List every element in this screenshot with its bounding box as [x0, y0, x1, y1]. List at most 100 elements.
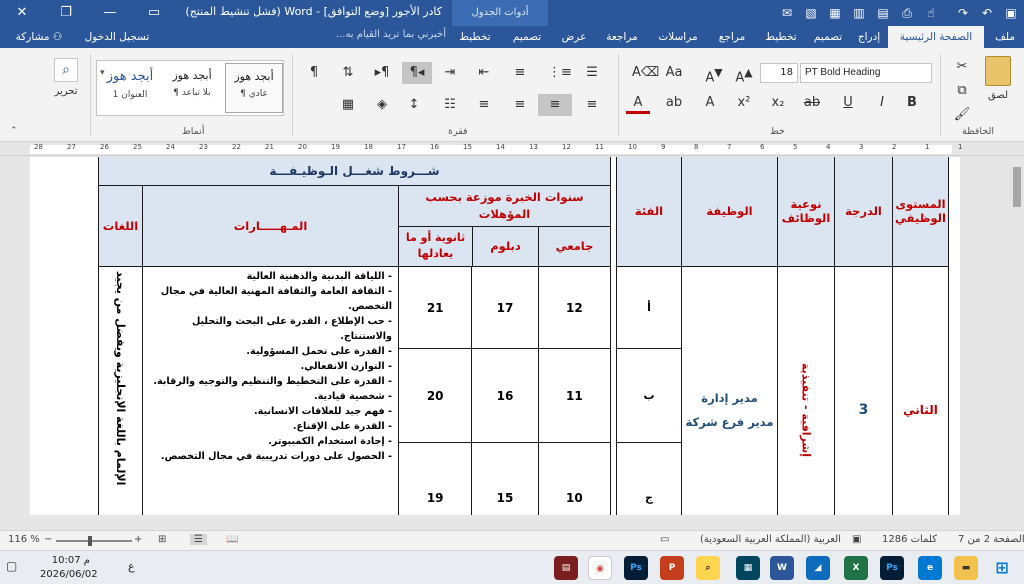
word-count[interactable]: 1286 كلمات: [882, 534, 937, 545]
numbering-icon[interactable]: ⋮≡: [548, 62, 572, 84]
align-left-icon[interactable]: ≡: [508, 94, 532, 116]
input-language[interactable]: ع: [128, 560, 135, 573]
proofing-icon[interactable]: ▣: [852, 534, 861, 545]
touch-mode-icon[interactable]: ☝: [920, 4, 942, 22]
distribute-icon[interactable]: ☷: [438, 94, 462, 116]
zoom-level[interactable]: 116 %: [8, 534, 40, 545]
rtl-paragraph-icon[interactable]: ¶◂: [402, 62, 432, 84]
page-count[interactable]: الصفحة 2 من 7: [958, 534, 1024, 545]
font-name-box[interactable]: PT Bold Heading: [800, 63, 932, 83]
photoshop-icon[interactable]: Ps: [624, 556, 648, 580]
font-size-box[interactable]: 18: [760, 63, 798, 83]
tab-table-layout[interactable]: تخطيط: [452, 26, 498, 48]
powerpoint-icon[interactable]: P: [660, 556, 684, 580]
language-indicator[interactable]: العربية (المملكة العربية السعودية): [700, 534, 841, 545]
share-button[interactable]: مشاركة ⚇: [6, 26, 72, 48]
email-icon[interactable]: ✉: [776, 4, 798, 22]
photoshop-icon-2[interactable]: Ps: [880, 556, 904, 580]
document-page[interactable]: المستوى الوظيفي الدرجة نوعية الوظائف الو…: [30, 157, 960, 515]
close-icon[interactable]: ✕: [0, 0, 44, 26]
ltr-paragraph-icon[interactable]: ▸¶: [370, 62, 394, 84]
strikethrough-icon[interactable]: ab: [800, 92, 824, 114]
styles-scroll-icon[interactable]: ▾: [100, 68, 105, 78]
tab-design[interactable]: تصميم: [806, 26, 850, 48]
app-winrar-icon[interactable]: ▤: [554, 556, 578, 580]
app-icon[interactable]: ▦: [736, 556, 760, 580]
excel-icon[interactable]: ▦: [824, 4, 846, 22]
scroll-thumb[interactable]: [1013, 167, 1021, 207]
change-case-icon[interactable]: Aa: [662, 62, 686, 84]
ppt-icon[interactable]: ▧: [800, 4, 822, 22]
notification-icon[interactable]: ▢: [6, 559, 22, 575]
quick-print-icon[interactable]: ⎙: [896, 4, 918, 22]
zoom-slider[interactable]: [56, 540, 132, 542]
line-spacing-icon[interactable]: ↕: [402, 94, 426, 116]
tab-references[interactable]: مراجع: [708, 26, 756, 48]
clock-date[interactable]: 2026/06/02: [40, 569, 98, 580]
read-mode-icon[interactable]: 📖: [226, 534, 238, 545]
style-heading-1[interactable]: أبجد هوز العنوان 1: [101, 63, 159, 113]
shrink-font-icon[interactable]: A▼: [702, 62, 726, 85]
format-painter-icon[interactable]: 🖌: [950, 104, 974, 126]
tab-table-design[interactable]: تصميم: [504, 26, 550, 48]
tab-insert[interactable]: إدراج: [852, 26, 886, 48]
align-right-icon[interactable]: ≡: [580, 94, 604, 116]
file-explorer-icon[interactable]: ▬: [954, 556, 978, 580]
tab-file[interactable]: ملف: [986, 26, 1024, 48]
ribbon-display-icon[interactable]: ▭: [132, 0, 176, 26]
multilevel-list-icon[interactable]: ≡: [508, 62, 532, 84]
clock-time[interactable]: 10:07 م: [40, 555, 90, 566]
show-marks-icon[interactable]: ¶: [302, 62, 326, 84]
edge-icon[interactable]: e: [918, 556, 942, 580]
editing-button[interactable]: ⌕ تحرير: [52, 58, 80, 118]
tell-me-search[interactable]: أخبرني بما تريد القيام به...: [332, 29, 446, 45]
italic-icon[interactable]: I: [870, 92, 894, 114]
signin-button[interactable]: تسجيل الدخول: [82, 26, 152, 48]
tab-view[interactable]: عرض: [554, 26, 594, 48]
decrease-indent-icon[interactable]: ⇤: [472, 62, 496, 84]
zoom-out-icon[interactable]: −: [44, 534, 52, 545]
search-app-icon[interactable]: ⌕: [696, 556, 720, 580]
macro-icon[interactable]: ▭: [660, 534, 669, 545]
app-blue-icon[interactable]: ◢: [806, 556, 830, 580]
highlight-icon[interactable]: ab: [662, 92, 686, 114]
tab-home[interactable]: الصفحة الرئيسية: [888, 26, 984, 48]
new-doc-icon[interactable]: ▤: [872, 4, 894, 22]
horizontal-ruler[interactable]: 28 27 26 25 24 23 22 21 20 19 18 17 16 15 14 13 12 11 10 9 8…: [0, 143, 1024, 156]
start-icon[interactable]: ⊞: [990, 556, 1014, 580]
collapse-ribbon-icon[interactable]: ⌃: [10, 126, 18, 136]
web-layout-icon[interactable]: ⊞: [158, 534, 166, 545]
tab-layout[interactable]: تخطيط: [758, 26, 804, 48]
align-center-icon[interactable]: ≡: [538, 94, 572, 116]
redo-icon[interactable]: ↷: [952, 4, 974, 22]
document-area[interactable]: المستوى الوظيفي الدرجة نوعية الوظائف الو…: [0, 157, 1024, 515]
print-layout-icon[interactable]: ☰: [190, 534, 207, 545]
text-effects-icon[interactable]: A: [698, 92, 722, 114]
chrome-icon[interactable]: ◉: [588, 556, 612, 580]
cut-icon[interactable]: ✂: [950, 56, 974, 78]
clear-format-icon[interactable]: A⌫: [632, 62, 659, 84]
borders-icon[interactable]: ▦: [336, 94, 360, 116]
subscript-icon[interactable]: x₂: [766, 92, 790, 114]
underline-icon[interactable]: U: [836, 92, 860, 114]
tab-mailings[interactable]: مراسلات: [650, 26, 706, 48]
paste-button[interactable]: لصق: [982, 56, 1014, 112]
vertical-scrollbar[interactable]: [1010, 157, 1024, 515]
zoom-in-icon[interactable]: +: [134, 534, 142, 545]
style-no-spacing[interactable]: أبجد هوز ¶ بلا تباعد: [163, 63, 221, 113]
minimize-icon[interactable]: —: [88, 0, 132, 26]
excel-icon[interactable]: X: [844, 556, 868, 580]
save-icon[interactable]: ▣: [1000, 4, 1022, 22]
justify-icon[interactable]: ≡: [472, 94, 496, 116]
style-normal[interactable]: أبجد هوز ¶ عادي: [225, 63, 283, 113]
zoom-slider-thumb[interactable]: [88, 536, 92, 546]
undo-icon[interactable]: ↶: [976, 4, 998, 22]
increase-indent-icon[interactable]: ⇥: [438, 62, 462, 84]
bullets-icon[interactable]: ☰: [580, 62, 604, 84]
tab-review[interactable]: مراجعة: [596, 26, 648, 48]
font-color-icon[interactable]: A: [626, 92, 650, 114]
bold-icon[interactable]: B: [900, 92, 924, 114]
superscript-icon[interactable]: x²: [732, 92, 756, 114]
sort-icon[interactable]: ⇅: [336, 62, 360, 84]
shading-icon[interactable]: ◈: [370, 94, 394, 116]
